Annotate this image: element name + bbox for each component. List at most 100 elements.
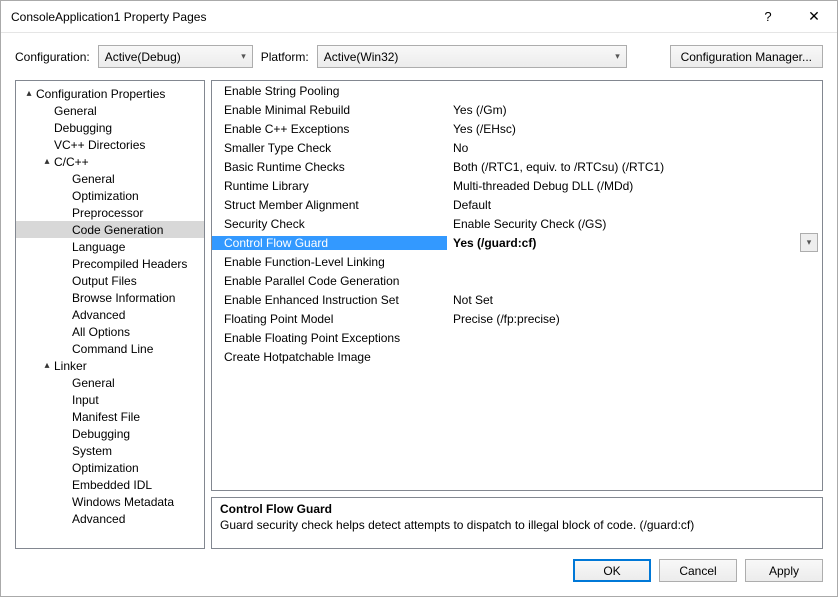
tree-item-label: Advanced: [72, 308, 125, 322]
property-row[interactable]: Smaller Type CheckNo: [212, 138, 822, 157]
property-name: Enable Parallel Code Generation: [212, 274, 447, 288]
tree-item[interactable]: General: [16, 170, 204, 187]
tree-item[interactable]: Code Generation: [16, 221, 204, 238]
property-name: Smaller Type Check: [212, 141, 447, 155]
tree-item-label: Input: [72, 393, 99, 407]
property-row[interactable]: Enable Minimal RebuildYes (/Gm): [212, 100, 822, 119]
close-button[interactable]: ✕: [791, 1, 837, 32]
tree-item[interactable]: Embedded IDL: [16, 476, 204, 493]
property-row[interactable]: Struct Member AlignmentDefault: [212, 195, 822, 214]
tree-item[interactable]: ▴Configuration Properties: [16, 85, 204, 102]
property-row[interactable]: Enable C++ ExceptionsYes (/EHsc): [212, 119, 822, 138]
dialog-buttons: OK Cancel Apply: [1, 549, 837, 596]
tree-item[interactable]: ▴C/C++: [16, 153, 204, 170]
property-row[interactable]: Enable Function-Level Linking: [212, 252, 822, 271]
tree-item-label: Manifest File: [72, 410, 140, 424]
property-value[interactable]: Enable Security Check (/GS): [447, 217, 822, 231]
property-name: Enable Function-Level Linking: [212, 255, 447, 269]
tree-item[interactable]: System: [16, 442, 204, 459]
property-name: Enable Enhanced Instruction Set: [212, 293, 447, 307]
tree-item[interactable]: Input: [16, 391, 204, 408]
dropdown-button[interactable]: ▾: [800, 233, 818, 252]
window-title: ConsoleApplication1 Property Pages: [11, 10, 745, 24]
tree-item[interactable]: Advanced: [16, 510, 204, 527]
tree-item[interactable]: Debugging: [16, 425, 204, 442]
platform-value: Active(Win32): [324, 50, 399, 64]
property-value[interactable]: Yes (/EHsc): [447, 122, 822, 136]
property-row[interactable]: Security CheckEnable Security Check (/GS…: [212, 214, 822, 233]
tree-item-label: Advanced: [72, 512, 125, 526]
tree-item[interactable]: General: [16, 374, 204, 391]
cancel-button[interactable]: Cancel: [659, 559, 737, 582]
tree-item[interactable]: Windows Metadata: [16, 493, 204, 510]
tree-item[interactable]: Advanced: [16, 306, 204, 323]
expander-icon[interactable]: ▴: [42, 360, 52, 371]
tree-item-label: Language: [72, 240, 125, 254]
tree-item-label: Browse Information: [72, 291, 175, 305]
property-row[interactable]: Create Hotpatchable Image: [212, 347, 822, 366]
tree-item[interactable]: Output Files: [16, 272, 204, 289]
property-value[interactable]: Precise (/fp:precise): [447, 312, 822, 326]
tree-item-label: Debugging: [72, 427, 130, 441]
config-toolbar: Configuration: Active(Debug) ▾ Platform:…: [1, 33, 837, 74]
tree-item[interactable]: ▴Linker: [16, 357, 204, 374]
tree-item[interactable]: Language: [16, 238, 204, 255]
property-name: Create Hotpatchable Image: [212, 350, 447, 364]
property-name: Enable Minimal Rebuild: [212, 103, 447, 117]
tree-item[interactable]: Optimization: [16, 187, 204, 204]
expander-icon[interactable]: ▴: [42, 156, 52, 167]
tree-item-label: General: [72, 172, 115, 186]
tree-item[interactable]: VC++ Directories: [16, 136, 204, 153]
tree-item-label: Code Generation: [72, 223, 163, 237]
tree-item[interactable]: All Options: [16, 323, 204, 340]
property-value[interactable]: Yes (/guard:cf): [447, 236, 822, 250]
content-area: ▴Configuration PropertiesGeneralDebuggin…: [1, 74, 837, 549]
property-row[interactable]: Floating Point ModelPrecise (/fp:precise…: [212, 309, 822, 328]
property-row[interactable]: Runtime LibraryMulti-threaded Debug DLL …: [212, 176, 822, 195]
tree-item-label: Windows Metadata: [72, 495, 174, 509]
property-value[interactable]: Both (/RTC1, equiv. to /RTCsu) (/RTC1): [447, 160, 822, 174]
tree-item-label: Preprocessor: [72, 206, 143, 220]
tree-item[interactable]: Precompiled Headers: [16, 255, 204, 272]
help-button[interactable]: ?: [745, 1, 791, 32]
chevron-down-icon: ▾: [241, 51, 246, 62]
tree-item[interactable]: Debugging: [16, 119, 204, 136]
tree-item-label: Command Line: [72, 342, 153, 356]
property-row[interactable]: Enable String Pooling: [212, 81, 822, 100]
configuration-label: Configuration:: [15, 50, 90, 64]
platform-label: Platform:: [261, 50, 309, 64]
platform-dropdown[interactable]: Active(Win32) ▾: [317, 45, 627, 68]
property-name: Enable Floating Point Exceptions: [212, 331, 447, 345]
apply-button[interactable]: Apply: [745, 559, 823, 582]
property-name: Struct Member Alignment: [212, 198, 447, 212]
property-row[interactable]: Basic Runtime ChecksBoth (/RTC1, equiv. …: [212, 157, 822, 176]
tree-item[interactable]: General: [16, 102, 204, 119]
tree-item[interactable]: Preprocessor: [16, 204, 204, 221]
description-title: Control Flow Guard: [220, 502, 814, 516]
property-name: Control Flow Guard: [212, 236, 447, 250]
configuration-dropdown[interactable]: Active(Debug) ▾: [98, 45, 253, 68]
titlebar: ConsoleApplication1 Property Pages ? ✕: [1, 1, 837, 33]
category-tree[interactable]: ▴Configuration PropertiesGeneralDebuggin…: [15, 80, 205, 549]
property-row[interactable]: Control Flow GuardYes (/guard:cf)▾: [212, 233, 822, 252]
configuration-manager-button[interactable]: Configuration Manager...: [670, 45, 823, 68]
property-row[interactable]: Enable Enhanced Instruction SetNot Set: [212, 290, 822, 309]
right-panel: Enable String Pooling Enable Minimal Rebu…: [211, 80, 823, 549]
property-value[interactable]: Default: [447, 198, 822, 212]
property-value[interactable]: Not Set: [447, 293, 822, 307]
property-value[interactable]: Yes (/Gm): [447, 103, 822, 117]
ok-button[interactable]: OK: [573, 559, 651, 582]
tree-item-label: Precompiled Headers: [72, 257, 187, 271]
tree-item[interactable]: Optimization: [16, 459, 204, 476]
tree-item[interactable]: Manifest File: [16, 408, 204, 425]
property-value[interactable]: No: [447, 141, 822, 155]
tree-item[interactable]: Browse Information: [16, 289, 204, 306]
expander-icon[interactable]: ▴: [24, 88, 34, 99]
property-name: Enable String Pooling: [212, 84, 447, 98]
tree-item[interactable]: Command Line: [16, 340, 204, 357]
property-row[interactable]: Enable Parallel Code Generation: [212, 271, 822, 290]
tree-item-label: Optimization: [72, 189, 139, 203]
property-grid[interactable]: Enable String Pooling Enable Minimal Rebu…: [211, 80, 823, 491]
property-value[interactable]: Multi-threaded Debug DLL (/MDd): [447, 179, 822, 193]
property-row[interactable]: Enable Floating Point Exceptions: [212, 328, 822, 347]
